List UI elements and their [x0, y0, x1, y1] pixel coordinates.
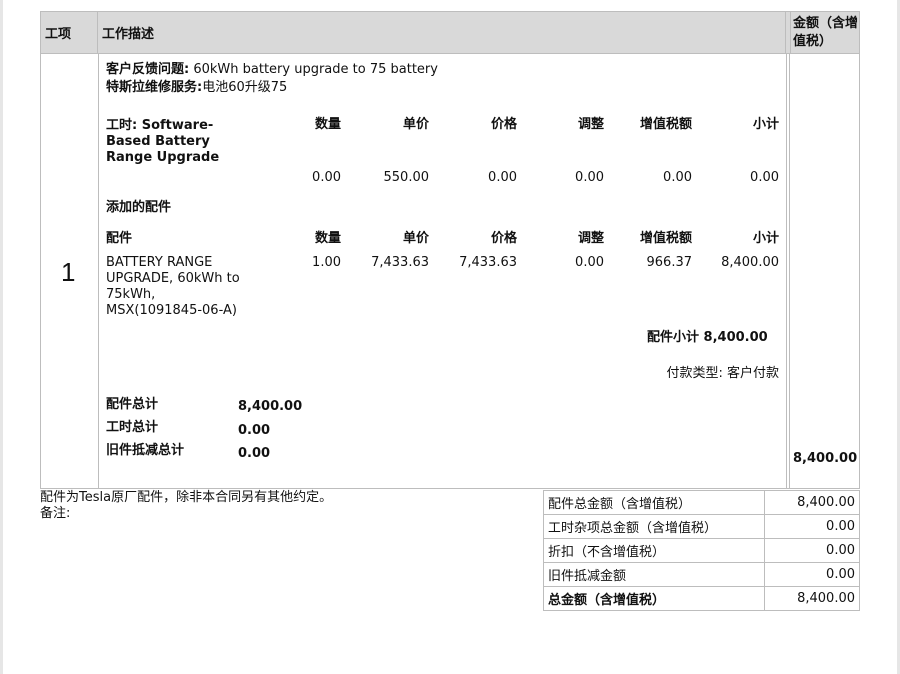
- page-edge-left: [0, 0, 3, 674]
- summary-total-value: 8,400.00: [764, 586, 860, 611]
- service-value: 电池60升级75: [202, 80, 288, 95]
- part-vat: 966.37: [646, 255, 693, 270]
- part-name: BATTERY RANGE UPGRADE, 60kWh to 75kWh, M…: [106, 255, 240, 318]
- part-unit-price: 7,433.63: [371, 255, 429, 270]
- labor-header-adjust: 调整: [577, 117, 604, 132]
- invoice-body-row: 1 客户反馈问题: 60kWh battery upgrade to 75 ba…: [40, 54, 860, 489]
- part-qty: 1.00: [312, 255, 341, 270]
- invoice-header-row: 工项 工作描述 金额（含增值税）: [40, 11, 860, 54]
- summary-row: 旧件抵减金额 0.00: [542, 562, 860, 587]
- header-item: 工项: [41, 12, 98, 53]
- item-number: 1: [61, 257, 76, 287]
- labor-header-qty: 数量: [314, 117, 341, 132]
- column-divider: [786, 54, 787, 488]
- labor-header-unit-price: 单价: [402, 117, 429, 132]
- summary-total-row: 总金额（含增值税） 8,400.00: [542, 586, 860, 611]
- summary-labor-value: 0.00: [764, 514, 860, 539]
- labor-qty: 0.00: [312, 170, 341, 185]
- item-amount: 8,400.00: [793, 451, 858, 466]
- labor-subtotal: 0.00: [750, 170, 779, 185]
- summary-discount-label: 折扣（不含增值税）: [542, 538, 766, 563]
- labor-total-value: 0.00: [238, 423, 271, 438]
- parts-header-vat: 增值税额: [639, 231, 692, 246]
- old-part-credit-total-value: 0.00: [238, 446, 271, 461]
- labor-label: 工时: Software-Based Battery Range Upgrade: [106, 118, 220, 165]
- summary-discount-value: 0.00: [764, 538, 860, 563]
- parts-header-price: 价格: [490, 231, 517, 246]
- parts-header-unit-price: 单价: [402, 231, 429, 246]
- summary-table: 配件总金额（含增值税） 8,400.00 工时杂项总金额（含增值税） 0.00 …: [542, 490, 860, 611]
- parts-header-adjust: 调整: [577, 231, 604, 246]
- summary-parts-label: 配件总金额（含增值税）: [542, 490, 766, 515]
- part-adjust: 0.00: [575, 255, 604, 270]
- column-divider: [789, 54, 790, 488]
- column-divider: [98, 54, 99, 488]
- labor-header-vat: 增值税额: [639, 117, 692, 132]
- summary-credit-label: 旧件抵减金额: [542, 562, 766, 587]
- labor-total-label: 工时总计: [106, 420, 159, 435]
- labor-header-price: 价格: [490, 117, 517, 132]
- summary-parts-value: 8,400.00: [764, 490, 860, 515]
- parts-label: 配件: [106, 231, 133, 246]
- labor-adjust: 0.00: [575, 170, 604, 185]
- part-price: 7,433.63: [459, 255, 517, 270]
- summary-row: 工时杂项总金额（含增值税） 0.00: [542, 514, 860, 539]
- parts-section-title: 添加的配件: [106, 200, 172, 215]
- header-amount: 金额（含增值税）: [793, 16, 859, 49]
- labor-price: 0.00: [488, 170, 517, 185]
- parts-total-value: 8,400.00: [238, 399, 303, 414]
- feedback-value: 60kWh battery upgrade to 75 battery: [193, 62, 438, 77]
- parts-subtotal: 配件小计 8,400.00: [647, 330, 768, 346]
- parts-total-label: 配件总计: [106, 397, 159, 412]
- labor-unit-price: 550.00: [383, 170, 430, 185]
- customer-feedback: 客户反馈问题: 60kWh battery upgrade to 75 batt…: [106, 62, 438, 78]
- remarks-label: 备注:: [40, 506, 71, 521]
- payment-type: 付款类型: 客户付款: [666, 366, 779, 381]
- parts-note: 配件为Tesla原厂配件，除非本合同另有其他约定。: [40, 490, 333, 505]
- summary-credit-value: 0.00: [764, 562, 860, 587]
- tesla-service: 特斯拉维修服务:电池60升级75: [106, 80, 287, 96]
- summary-labor-label: 工时杂项总金额（含增值税）: [542, 514, 766, 539]
- summary-row: 折扣（不含增值税） 0.00: [542, 538, 860, 563]
- feedback-label: 客户反馈问题:: [106, 62, 190, 77]
- old-part-credit-total-label: 旧件抵减总计: [106, 443, 185, 458]
- service-label: 特斯拉维修服务:: [106, 80, 203, 95]
- summary-total-label: 总金额（含增值税）: [542, 586, 766, 611]
- summary-row: 配件总金额（含增值税） 8,400.00: [542, 490, 860, 515]
- part-subtotal: 8,400.00: [721, 255, 779, 270]
- parts-header-subtotal: 小计: [752, 231, 779, 246]
- parts-subtotal-label: 配件小计: [647, 330, 700, 345]
- header-description: 工作描述: [98, 12, 786, 53]
- parts-subtotal-value: 8,400.00: [703, 330, 768, 345]
- labor-vat: 0.00: [663, 170, 692, 185]
- labor-header-subtotal: 小计: [752, 117, 779, 132]
- parts-header-qty: 数量: [314, 231, 341, 246]
